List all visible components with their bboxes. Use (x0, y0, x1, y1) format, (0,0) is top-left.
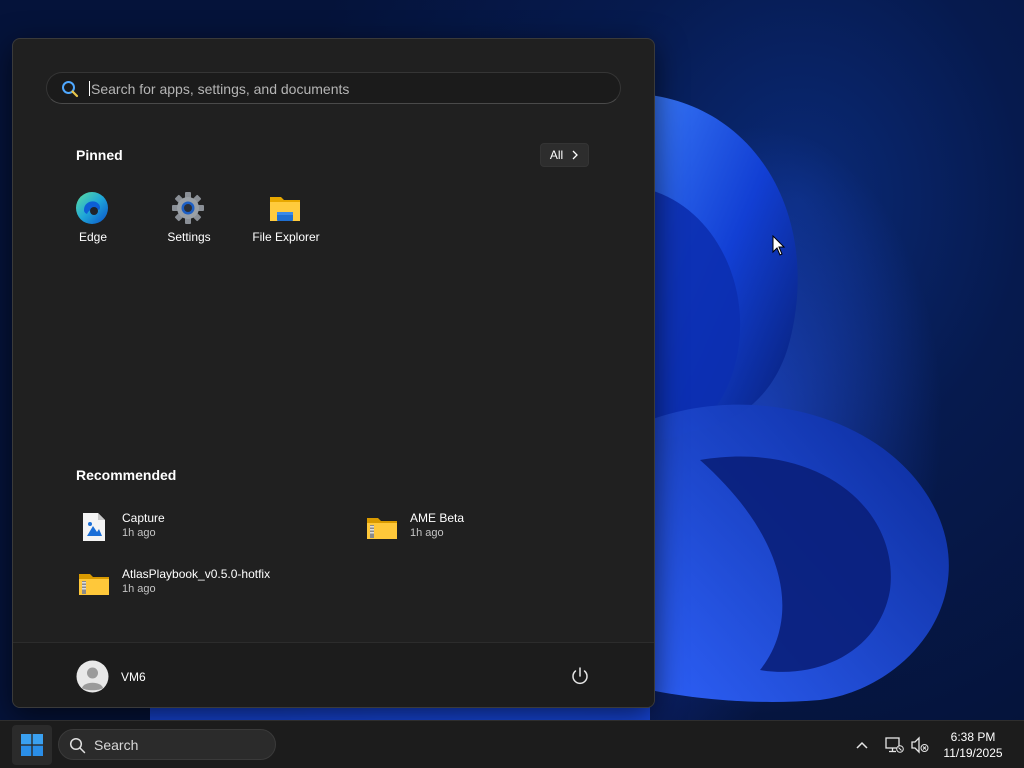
all-apps-button[interactable]: All (540, 143, 589, 167)
user-account-button[interactable] (76, 660, 109, 693)
pinned-app-label: File Explorer (252, 230, 320, 244)
recommended-item-name: AME Beta (410, 511, 465, 525)
recommended-title: Recommended (76, 467, 177, 483)
avatar-icon (76, 660, 109, 693)
recommended-item-atlasplaybook[interactable]: AtlasPlaybook_v0.5.0-hotfix 1h ago (78, 563, 338, 603)
edge-icon (76, 192, 108, 224)
pinned-app-settings[interactable]: Settings (141, 189, 237, 251)
clock-date: 11/19/2025 (943, 746, 1003, 760)
taskbar: Search 6:38 PM 11/19/2025 (0, 720, 1024, 768)
recommended-item-ame-beta[interactable]: AME Beta 1h ago (366, 507, 626, 547)
start-button[interactable] (12, 725, 52, 765)
recommended-item-name: Capture (122, 511, 165, 525)
recommended-item-time: 1h ago (410, 527, 444, 539)
pinned-title: Pinned (76, 147, 123, 163)
recommended-item-time: 1h ago (122, 527, 156, 539)
image-file-icon (83, 513, 105, 541)
clock-time: 6:38 PM (950, 730, 996, 744)
pinned-app-file-explorer[interactable]: File Explorer (238, 189, 334, 251)
start-menu: Pinned All Edge (12, 38, 655, 708)
search-icon (69, 737, 86, 754)
gear-icon (172, 192, 204, 224)
taskbar-clock[interactable]: 6:38 PM 11/19/2025 (930, 729, 1016, 761)
mouse-cursor-icon (772, 235, 786, 256)
recommended-item-name: AtlasPlaybook_v0.5.0-hotfix (122, 567, 271, 581)
recommended-item-capture[interactable]: Capture 1h ago (78, 507, 338, 547)
pinned-app-label: Edge (78, 230, 108, 244)
chevron-up-icon[interactable] (852, 735, 872, 755)
volume-muted-icon[interactable] (910, 735, 930, 755)
windows-logo-icon (21, 734, 43, 756)
pinned-app-edge[interactable]: Edge (45, 189, 141, 251)
search-icon (62, 81, 79, 98)
network-icon[interactable] (884, 735, 904, 755)
zip-folder-icon (367, 518, 397, 539)
all-apps-label: All (549, 148, 564, 162)
power-icon[interactable] (569, 665, 591, 687)
recommended-item-time: 1h ago (122, 583, 156, 595)
folder-icon (270, 197, 300, 221)
start-search-input[interactable] (89, 78, 593, 100)
taskbar-search[interactable]: Search (58, 729, 276, 760)
taskbar-search-label: Search (94, 737, 139, 753)
start-menu-footer: VM6 (13, 642, 654, 707)
zip-folder-icon (79, 574, 109, 595)
start-search-box[interactable] (46, 72, 621, 104)
pinned-app-label: Settings (167, 230, 211, 244)
user-name[interactable]: VM6 (121, 670, 146, 684)
chevron-right-icon (572, 150, 579, 160)
